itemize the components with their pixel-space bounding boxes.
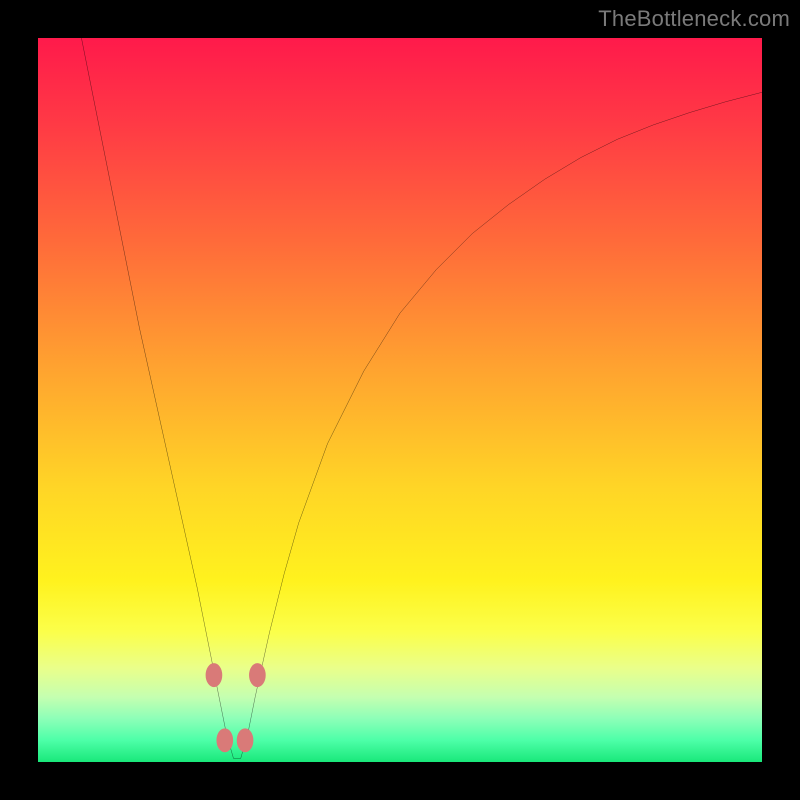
watermark-text: TheBottleneck.com bbox=[598, 6, 790, 32]
curve-marker bbox=[206, 664, 222, 687]
curve-marker bbox=[249, 664, 265, 687]
curve-marker bbox=[217, 729, 233, 752]
plot-area bbox=[38, 38, 762, 762]
bottleneck-curve bbox=[81, 38, 762, 758]
curve-markers bbox=[206, 664, 265, 752]
curve-marker bbox=[237, 729, 253, 752]
curve-svg bbox=[38, 38, 762, 762]
chart-frame: TheBottleneck.com bbox=[0, 0, 800, 800]
